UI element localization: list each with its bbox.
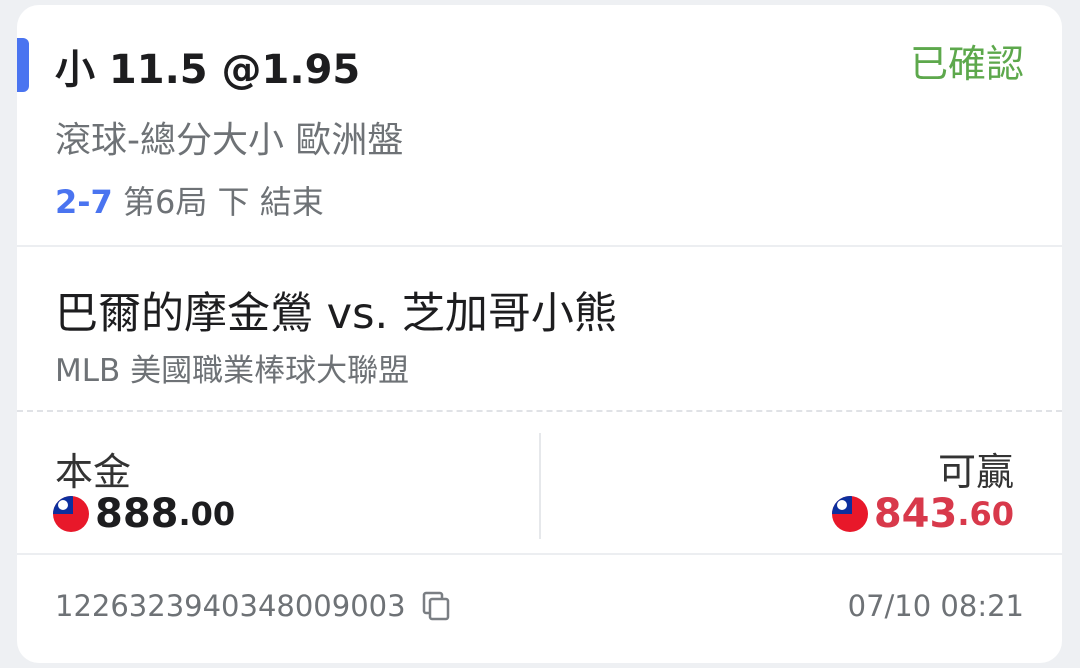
match-teams: 巴爾的摩金鶯 vs. 芝加哥小熊	[55, 289, 617, 339]
stake-label: 本金	[55, 450, 132, 494]
bet-card: 小 11.5 @1.95 已確認 滾球-總分大小 歐洲盤 2-7 第6局 下 結…	[17, 5, 1062, 663]
period: 第6局 下 結束	[122, 183, 324, 221]
win-amount-integer: 843	[873, 491, 958, 537]
accent-bar	[17, 38, 29, 92]
stake-amount: 888 .00	[53, 491, 235, 537]
ticket-id-row: 1226323940348009003	[55, 589, 452, 623]
divider	[17, 553, 1062, 555]
status-badge: 已確認	[909, 42, 1024, 86]
league-name: MLB 美國職業棒球大聯盟	[55, 353, 410, 389]
game-state: 2-7 第6局 下 結束	[55, 177, 324, 223]
copy-icon[interactable]	[420, 590, 452, 622]
win-label: 可贏	[937, 450, 1014, 494]
win-amount-decimal: .60	[957, 495, 1014, 533]
bet-timestamp: 07/10 08:21	[847, 589, 1024, 623]
ticket-id: 1226323940348009003	[55, 589, 406, 623]
taiwan-flag-icon	[53, 496, 89, 532]
win-amount: 843 .60	[831, 491, 1014, 537]
divider	[17, 245, 1062, 247]
score: 2-7	[55, 183, 113, 221]
market-type: 滾球-總分大小 歐洲盤	[55, 120, 404, 161]
divider-dashed	[17, 410, 1062, 412]
bet-selection: 小 11.5 @1.95	[55, 47, 361, 93]
vertical-divider	[539, 433, 541, 539]
taiwan-flag-icon	[831, 496, 868, 532]
stake-amount-integer: 888	[95, 491, 179, 537]
stake-amount-decimal: .00	[178, 495, 236, 533]
